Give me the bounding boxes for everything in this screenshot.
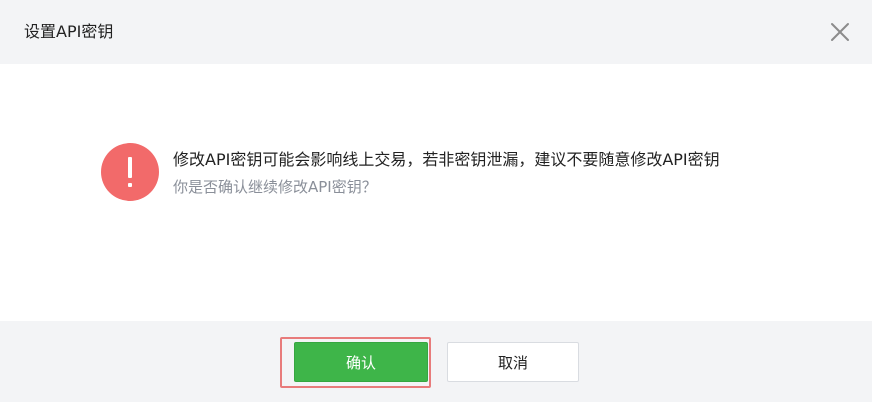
close-icon bbox=[831, 23, 849, 41]
api-key-dialog: 设置API密钥 修改API密钥可能会影响线上交易，若非密钥泄漏，建议不要随意修改… bbox=[0, 0, 872, 402]
warning-message: 修改API密钥可能会影响线上交易，若非密钥泄漏，建议不要随意修改API密钥 bbox=[173, 150, 720, 169]
dialog-body: 修改API密钥可能会影响线上交易，若非密钥泄漏，建议不要随意修改API密钥 你是… bbox=[0, 64, 872, 321]
confirm-question: 你是否确认继续修改API密钥？ bbox=[173, 178, 377, 196]
exclamation-icon bbox=[101, 143, 159, 201]
close-button[interactable] bbox=[828, 20, 852, 44]
dialog-footer: 确认 取消 bbox=[0, 321, 872, 402]
dialog-title: 设置API密钥 bbox=[24, 22, 114, 41]
cancel-button[interactable]: 取消 bbox=[447, 342, 579, 382]
dialog-header: 设置API密钥 bbox=[0, 0, 872, 64]
confirm-button[interactable]: 确认 bbox=[294, 342, 428, 382]
